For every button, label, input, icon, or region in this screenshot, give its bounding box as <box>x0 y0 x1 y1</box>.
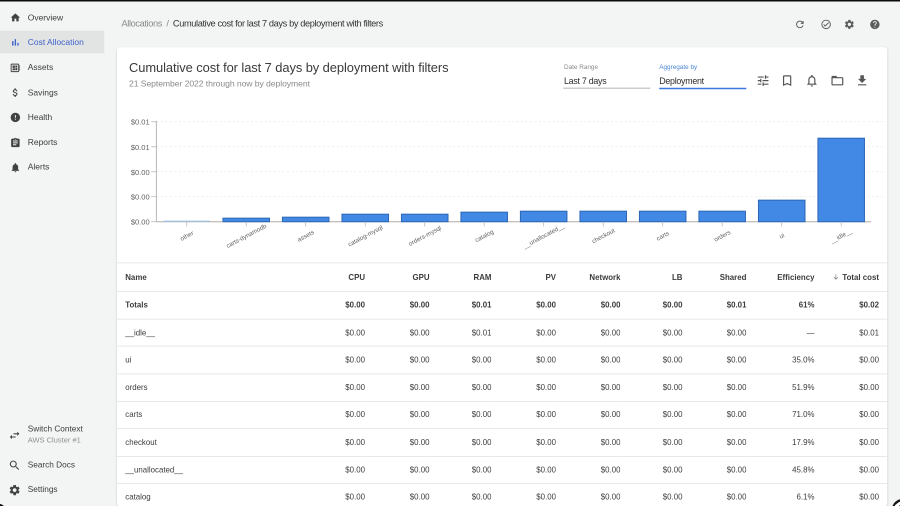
svg-text:other: other <box>179 230 195 243</box>
svg-text:$0.00: $0.00 <box>131 218 150 227</box>
svg-text:carts: carts <box>655 230 670 243</box>
svg-text:catalog: catalog <box>474 228 495 244</box>
svg-text:orders: orders <box>713 229 732 243</box>
svg-text:$0.00: $0.00 <box>131 168 150 177</box>
svg-text:$0.01: $0.01 <box>131 143 150 152</box>
svg-text:checkout: checkout <box>591 227 617 245</box>
svg-text:$0.01: $0.01 <box>131 118 150 127</box>
svg-text:__unallocated__: __unallocated__ <box>521 222 566 250</box>
svg-text:carts-dynamodb: carts-dynamodb <box>225 223 268 250</box>
svg-text:catalog-mysql: catalog-mysql <box>347 224 384 248</box>
svg-text:ui: ui <box>778 232 786 240</box>
svg-text:orders-mysql: orders-mysql <box>408 225 443 248</box>
svg-text:__idle__: __idle__ <box>829 227 854 245</box>
svg-text:$0.00: $0.00 <box>131 193 150 202</box>
svg-text:assets: assets <box>296 229 315 244</box>
